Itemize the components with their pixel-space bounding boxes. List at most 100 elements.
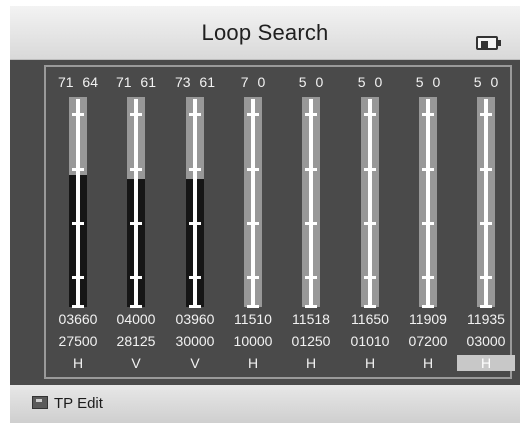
scale-tick [72, 113, 84, 116]
scale-tick [364, 276, 376, 279]
scale-tick [189, 168, 201, 171]
signal-values: 5 0 [357, 74, 383, 90]
frequency-label: 03660 [58, 311, 98, 327]
scale-tick [364, 168, 376, 171]
ok-button-icon[interactable] [32, 396, 48, 409]
frequency-label: 03960 [175, 311, 215, 327]
scale-tick [130, 168, 142, 171]
signal-bar-track [477, 97, 495, 308]
polarization-label[interactable]: H [399, 355, 457, 371]
scale-tick [247, 113, 259, 116]
scale-tick [305, 276, 317, 279]
scale-tick [364, 113, 376, 116]
tp-edit-label: TP Edit [54, 395, 103, 412]
frequency-label: 11510 [234, 311, 272, 327]
scale-tick [189, 222, 201, 225]
scale-tick [247, 276, 259, 279]
channel-column[interactable]: 5 0 11650 01010 H [341, 67, 399, 381]
scale-tick [364, 222, 376, 225]
footer-bar: TP Edit [10, 385, 520, 423]
scale-tick [247, 305, 259, 308]
polarization-label[interactable]: H [224, 355, 282, 371]
scale-tick [189, 113, 201, 116]
battery-icon [476, 36, 502, 50]
scale-tick [247, 168, 259, 171]
scale-tick [480, 305, 492, 308]
frequency-label: 11909 [409, 311, 447, 327]
title-bar: Loop Search [10, 6, 520, 60]
scale-tick [130, 276, 142, 279]
symbol-rate-label: 01250 [291, 333, 331, 349]
signal-values: 7 0 [240, 74, 266, 90]
frequency-label: 11935 [467, 311, 505, 327]
signal-values: 5 0 [415, 74, 441, 90]
loop-search-screen: Loop Search 71 64 03660 27500 H 71 61 04000 28… [0, 0, 531, 427]
scale-tick [72, 305, 84, 308]
symbol-rate-label: 03000 [466, 333, 506, 349]
polarization-label[interactable]: H [341, 355, 399, 371]
signal-values: 71 61 [115, 74, 157, 90]
signal-values: 5 0 [473, 74, 499, 90]
signal-scale [480, 99, 492, 308]
polarization-label[interactable]: H [49, 355, 107, 371]
signal-bar-track [302, 97, 320, 308]
signal-scale [364, 99, 376, 308]
scale-tick [247, 222, 259, 225]
signal-scale [72, 99, 84, 308]
scale-tick [422, 168, 434, 171]
scale-tick [480, 276, 492, 279]
scale-tick [480, 113, 492, 116]
main-area: 71 64 03660 27500 H 71 61 04000 28125 V 73 61 039… [10, 60, 520, 385]
scale-tick [364, 305, 376, 308]
channel-column[interactable]: 7 0 11510 10000 H [224, 67, 282, 381]
page-title: Loop Search [201, 20, 329, 45]
symbol-rate-label: 30000 [175, 333, 215, 349]
scale-tick [480, 222, 492, 225]
frequency-label: 11518 [292, 311, 330, 327]
channel-column[interactable]: 5 0 11935 03000 H [457, 67, 515, 381]
signal-bar-track [244, 97, 262, 308]
channel-column[interactable]: 71 64 03660 27500 H [49, 67, 107, 381]
channel-column[interactable]: 5 0 11909 07200 H [399, 67, 457, 381]
channel-column[interactable]: 73 61 03960 30000 V [166, 67, 224, 381]
signal-values: 73 61 [174, 74, 216, 90]
scale-tick [189, 276, 201, 279]
symbol-rate-label: 01010 [350, 333, 390, 349]
signal-scale [189, 99, 201, 308]
signal-values: 71 64 [57, 74, 99, 90]
scale-tick [305, 222, 317, 225]
signal-scale [247, 99, 259, 308]
scale-tick [305, 168, 317, 171]
frequency-label: 11650 [351, 311, 389, 327]
frequency-label: 04000 [116, 311, 156, 327]
signal-bar-track [186, 97, 204, 308]
scale-tick [130, 113, 142, 116]
signal-values: 5 0 [298, 74, 324, 90]
channel-column[interactable]: 5 0 11518 01250 H [282, 67, 340, 381]
scale-tick [480, 168, 492, 171]
signal-bar-track [361, 97, 379, 308]
polarization-label[interactable]: H [282, 355, 340, 371]
scale-tick [72, 168, 84, 171]
polarization-label[interactable]: V [166, 355, 224, 371]
scale-tick [189, 305, 201, 308]
polarization-label[interactable]: H [457, 355, 515, 371]
scale-tick [422, 113, 434, 116]
signal-bar-track [127, 97, 145, 308]
scale-tick [130, 305, 142, 308]
symbol-rate-label: 10000 [233, 333, 273, 349]
signal-scale [422, 99, 434, 308]
scale-tick [422, 222, 434, 225]
signal-bar-track [419, 97, 437, 308]
scale-tick [72, 222, 84, 225]
signal-bar-track [69, 97, 87, 308]
symbol-rate-label: 28125 [116, 333, 156, 349]
channel-column[interactable]: 71 61 04000 28125 V [107, 67, 165, 381]
scale-tick [305, 305, 317, 308]
scale-tick [422, 305, 434, 308]
polarization-label[interactable]: V [107, 355, 165, 371]
scale-tick [130, 222, 142, 225]
scale-tick [305, 113, 317, 116]
symbol-rate-label: 27500 [58, 333, 98, 349]
signal-scale [305, 99, 317, 308]
